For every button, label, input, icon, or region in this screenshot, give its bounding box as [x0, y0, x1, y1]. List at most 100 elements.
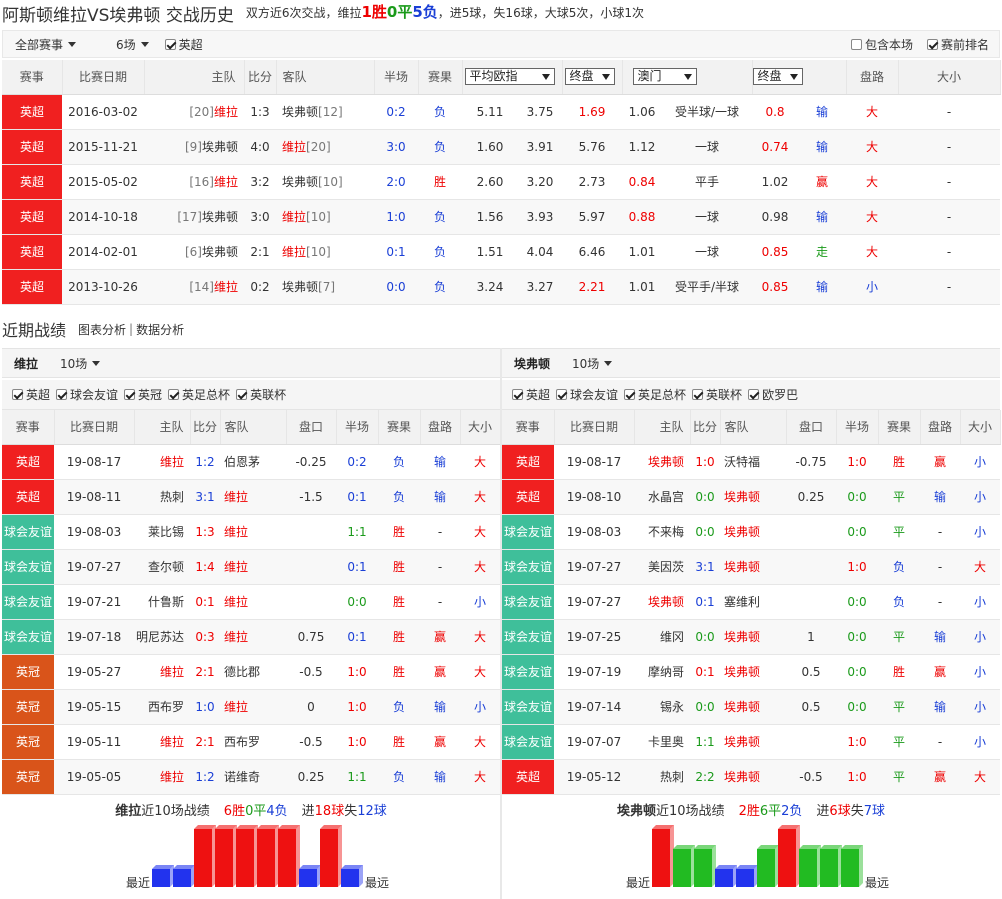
home-team[interactable]: 美因茨	[634, 549, 690, 585]
score[interactable]: 0:1	[190, 584, 220, 620]
chart-analysis-link[interactable]: 图表分析	[78, 321, 126, 338]
league-badge[interactable]: 球会友谊	[2, 514, 54, 550]
league-badge[interactable]: 球会友谊	[502, 514, 554, 550]
league-filter-checkbox[interactable]: 英超	[12, 386, 50, 403]
include-this-checkbox[interactable]: 包含本场	[850, 36, 913, 53]
score[interactable]: 0:0	[690, 514, 720, 550]
score[interactable]: 1:2	[190, 444, 220, 480]
league-filter-checkbox[interactable]: 英足总杯	[624, 386, 686, 403]
score[interactable]: 3:1	[690, 549, 720, 585]
home-team[interactable]: 热刺	[634, 759, 690, 795]
score[interactable]: 0:3	[190, 619, 220, 655]
score[interactable]: 0:1	[690, 654, 720, 690]
home-team[interactable]: 维拉	[214, 105, 238, 119]
home-team[interactable]: 热刺	[134, 479, 190, 515]
league-badge[interactable]: 英超	[2, 94, 62, 130]
league-badge[interactable]: 球会友谊	[502, 584, 554, 620]
home-team[interactable]: 不来梅	[634, 514, 690, 550]
league-badge[interactable]: 英冠	[2, 689, 54, 725]
home-team[interactable]: 维拉	[134, 759, 190, 795]
away-team[interactable]: 埃弗顿	[720, 689, 786, 725]
company-select[interactable]: 澳门	[632, 68, 697, 86]
home-team[interactable]: 维拉	[134, 724, 190, 760]
score[interactable]: 1:3	[244, 94, 276, 130]
league-filter-checkbox[interactable]: 球会友谊	[556, 386, 618, 403]
league-badge[interactable]: 球会友谊	[502, 549, 554, 585]
league-badge[interactable]: 英超	[502, 479, 554, 515]
away-team[interactable]: 诺维奇	[220, 759, 286, 795]
score[interactable]: 1:2	[190, 759, 220, 795]
away-team[interactable]: 维拉	[220, 514, 286, 550]
home-team[interactable]: 埃弗顿	[202, 210, 238, 224]
home-team[interactable]: 维冈	[634, 619, 690, 655]
league-badge[interactable]: 英超	[2, 479, 54, 515]
home-team[interactable]: 西布罗	[134, 689, 190, 725]
away-team[interactable]: 维拉	[282, 140, 306, 154]
away-team[interactable]: 埃弗顿	[720, 619, 786, 655]
away-team[interactable]: 维拉	[220, 549, 286, 585]
league-checkbox[interactable]: 英超	[164, 36, 203, 53]
league-badge[interactable]: 球会友谊	[502, 654, 554, 690]
away-team[interactable]: 维拉	[220, 689, 286, 725]
away-team[interactable]: 埃弗顿	[282, 280, 318, 294]
score[interactable]: 3:2	[244, 164, 276, 200]
league-badge[interactable]: 球会友谊	[2, 619, 54, 655]
data-analysis-link[interactable]: 数据分析	[136, 321, 184, 338]
league-filter-checkbox[interactable]: 球会友谊	[56, 386, 118, 403]
away-team[interactable]: 埃弗顿	[720, 654, 786, 690]
away-team[interactable]: 维拉	[220, 619, 286, 655]
home-team[interactable]: 什鲁斯	[134, 584, 190, 620]
score[interactable]: 0:0	[690, 479, 720, 515]
league-badge[interactable]: 球会友谊	[502, 689, 554, 725]
league-filter-checkbox[interactable]: 英足总杯	[168, 386, 230, 403]
score[interactable]: 3:0	[244, 199, 276, 235]
home-team[interactable]: 埃弗顿	[634, 444, 690, 480]
score[interactable]: 1:1	[690, 724, 720, 760]
away-team[interactable]: 埃弗顿	[720, 549, 786, 585]
away-team[interactable]: 埃弗顿	[282, 105, 318, 119]
away-team[interactable]: 埃弗顿	[720, 759, 786, 795]
score[interactable]: 0:2	[244, 269, 276, 305]
score[interactable]: 2:1	[244, 234, 276, 270]
score[interactable]: 0:0	[690, 689, 720, 725]
score[interactable]: 2:2	[690, 759, 720, 795]
home-team[interactable]: 查尔顿	[134, 549, 190, 585]
home-team[interactable]: 维拉	[214, 175, 238, 189]
away-team[interactable]: 埃弗顿	[282, 175, 318, 189]
away-team[interactable]: 维拉	[220, 479, 286, 515]
league-badge[interactable]: 英超	[2, 234, 62, 270]
home-team[interactable]: 莱比锡	[134, 514, 190, 550]
league-badge[interactable]: 英超	[2, 269, 62, 305]
home-team[interactable]: 维拉	[134, 444, 190, 480]
final-odds-select[interactable]: 终盘	[564, 68, 615, 86]
league-badge[interactable]: 英冠	[2, 759, 54, 795]
score[interactable]: 3:1	[190, 479, 220, 515]
league-badge[interactable]: 球会友谊	[502, 724, 554, 760]
away-team[interactable]: 伯恩茅	[220, 444, 286, 480]
home-team[interactable]: 埃弗顿	[202, 245, 238, 259]
league-badge[interactable]: 英超	[502, 759, 554, 795]
score[interactable]: 2:1	[190, 724, 220, 760]
home-team[interactable]: 摩纳哥	[634, 654, 690, 690]
score[interactable]: 0:1	[690, 584, 720, 620]
left-count-dropdown[interactable]: 10场	[60, 355, 101, 372]
score[interactable]: 0:0	[690, 619, 720, 655]
league-badge[interactable]: 英超	[2, 129, 62, 165]
away-team[interactable]: 西布罗	[220, 724, 286, 760]
all-matches-dropdown[interactable]: 全部赛事	[15, 36, 77, 53]
league-badge[interactable]: 英冠	[2, 654, 54, 690]
away-team[interactable]: 德比郡	[220, 654, 286, 690]
home-team[interactable]: 埃弗顿	[634, 584, 690, 620]
league-badge[interactable]: 英冠	[2, 724, 54, 760]
league-badge[interactable]: 英超	[502, 444, 554, 480]
league-badge[interactable]: 英超	[2, 199, 62, 235]
away-team[interactable]: 沃特福	[720, 444, 786, 480]
league-badge[interactable]: 球会友谊	[2, 584, 54, 620]
odds-type-select[interactable]: 平均欧指	[464, 68, 555, 86]
league-badge[interactable]: 球会友谊	[502, 619, 554, 655]
score[interactable]: 2:1	[190, 654, 220, 690]
home-team[interactable]: 维拉	[214, 280, 238, 294]
away-team[interactable]: 塞维利	[720, 584, 786, 620]
score[interactable]: 1:3	[190, 514, 220, 550]
home-team[interactable]: 埃弗顿	[202, 140, 238, 154]
